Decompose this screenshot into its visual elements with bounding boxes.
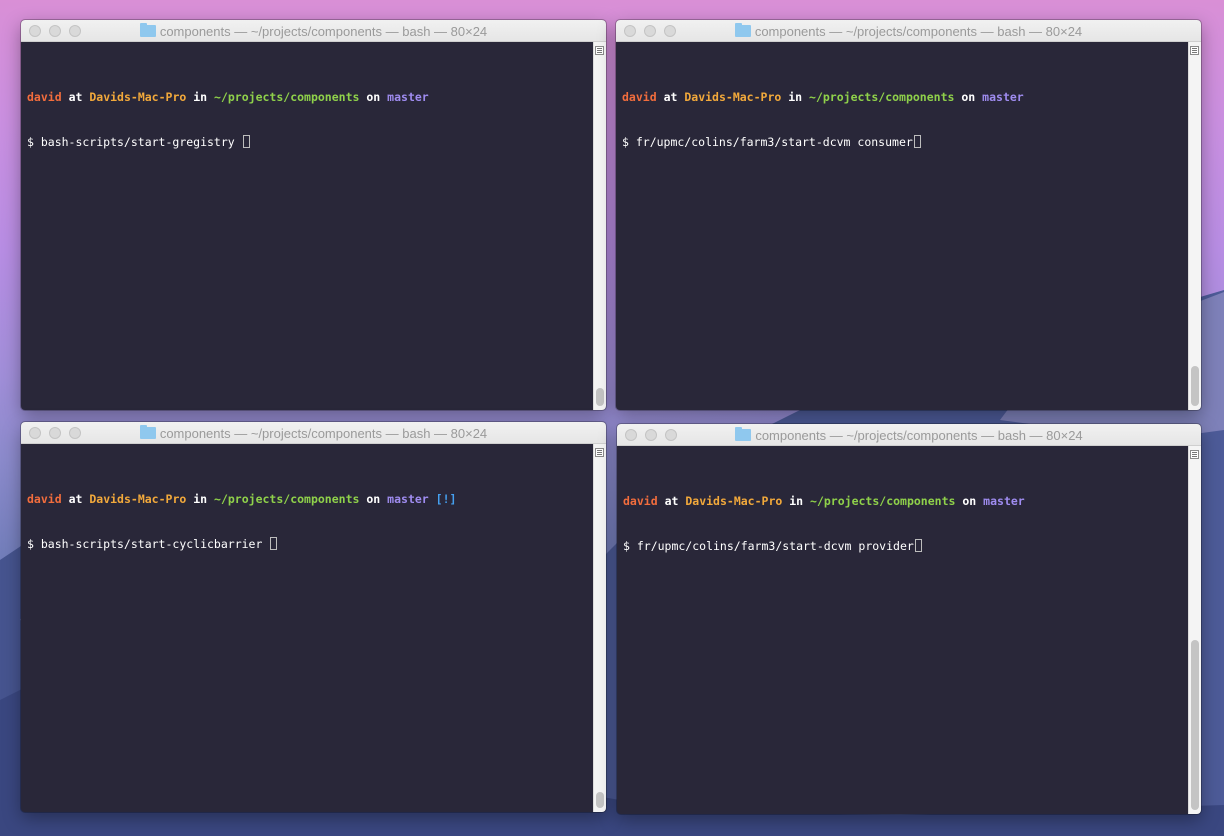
terminal-window-top-right[interactable]: components — ~/projects/components — bas… [616, 20, 1201, 410]
window-title-text: components — ~/projects/components — bas… [159, 425, 488, 441]
prompt-line: david at Davids-Mac-Pro in ~/projects/co… [622, 90, 1185, 105]
scroll-thumb[interactable] [596, 792, 604, 808]
prompt-host: Davids-Mac-Pro [684, 90, 782, 104]
text-cursor [270, 537, 278, 550]
terminal-content[interactable]: david at Davids-Mac-Pro in ~/projects/co… [27, 60, 590, 180]
prompt-at: at [68, 90, 83, 104]
prompt-on: on [962, 494, 977, 508]
terminal-content[interactable]: david at Davids-Mac-Pro in ~/projects/co… [622, 60, 1185, 180]
prompt-at: at [663, 90, 678, 104]
title-bar[interactable]: components — ~/projects/components — bas… [21, 422, 606, 444]
scrollbar[interactable] [593, 42, 606, 410]
window-title-text: components — ~/projects/components — bas… [159, 23, 488, 39]
command-text: $ bash-scripts/start-gregistry [27, 135, 242, 149]
prompt-user: david [622, 90, 657, 104]
prompt-on: on [366, 90, 381, 104]
prompt-in: in [788, 90, 803, 104]
prompt-host: Davids-Mac-Pro [89, 90, 187, 104]
scroll-thumb[interactable] [1191, 640, 1199, 810]
prompt-branch: master [387, 492, 429, 506]
prompt-in: in [193, 492, 208, 506]
scrollback-menu-icon[interactable] [1190, 450, 1199, 459]
prompt-path: ~/projects/components [214, 90, 360, 104]
prompt-host: Davids-Mac-Pro [89, 492, 187, 506]
scrollback-menu-icon[interactable] [1190, 46, 1199, 55]
prompt-path: ~/projects/components [214, 492, 360, 506]
scroll-thumb[interactable] [596, 388, 604, 406]
prompt-user: david [27, 90, 62, 104]
text-cursor [913, 135, 921, 148]
prompt-on: on [366, 492, 381, 506]
scroll-thumb[interactable] [1191, 366, 1199, 406]
folder-icon [139, 425, 156, 439]
terminal-window-top-left[interactable]: components — ~/projects/components — bas… [21, 20, 606, 410]
prompt-in: in [193, 90, 208, 104]
prompt-path: ~/projects/components [810, 494, 956, 508]
scrollback-menu-icon[interactable] [595, 46, 604, 55]
folder-icon [735, 427, 752, 441]
prompt-line: david at Davids-Mac-Pro in ~/projects/co… [623, 494, 1185, 509]
prompt-on: on [961, 90, 976, 104]
prompt-dirty-flag: [!] [435, 492, 457, 506]
prompt-in: in [789, 494, 804, 508]
title-bar[interactable]: components — ~/projects/components — bas… [616, 20, 1201, 42]
prompt-line: david at Davids-Mac-Pro in ~/projects/co… [27, 492, 590, 507]
command-text: $ bash-scripts/start-cyclicbarrier [27, 537, 270, 551]
prompt-at: at [664, 494, 679, 508]
text-cursor [242, 135, 250, 148]
title-bar[interactable]: components — ~/projects/components — bas… [21, 20, 606, 42]
terminal-content[interactable]: david at Davids-Mac-Pro in ~/projects/co… [623, 464, 1185, 584]
prompt-branch: master [983, 494, 1025, 508]
window-title: components — ~/projects/components — bas… [617, 424, 1201, 446]
prompt-host: Davids-Mac-Pro [685, 494, 783, 508]
command-text: $ fr/upmc/colins/farm3/start-dcvm consum… [622, 135, 913, 149]
command-line[interactable]: $ bash-scripts/start-gregistry [27, 135, 590, 150]
terminal-content[interactable]: david at Davids-Mac-Pro in ~/projects/co… [27, 462, 590, 582]
prompt-line: david at Davids-Mac-Pro in ~/projects/co… [27, 90, 590, 105]
prompt-branch: master [387, 90, 429, 104]
scrollbar[interactable] [593, 444, 606, 812]
command-text: $ fr/upmc/colins/farm3/start-dcvm provid… [623, 539, 914, 553]
prompt-user: david [623, 494, 658, 508]
title-bar[interactable]: components — ~/projects/components — bas… [617, 424, 1201, 446]
prompt-at: at [68, 492, 83, 506]
window-title-text: components — ~/projects/components — bas… [755, 427, 1083, 443]
window-title: components — ~/projects/components — bas… [21, 20, 606, 42]
prompt-path: ~/projects/components [809, 90, 955, 104]
command-line[interactable]: $ fr/upmc/colins/farm3/start-dcvm consum… [622, 135, 1185, 150]
scrollbar[interactable] [1188, 446, 1201, 814]
window-title-text: components — ~/projects/components — bas… [754, 23, 1083, 39]
prompt-branch: master [982, 90, 1024, 104]
terminal-window-bottom-right[interactable]: components — ~/projects/components — bas… [617, 424, 1201, 814]
command-line[interactable]: $ bash-scripts/start-cyclicbarrier [27, 537, 590, 552]
window-title: components — ~/projects/components — bas… [21, 422, 606, 444]
folder-icon [139, 23, 156, 37]
scrollbar[interactable] [1188, 42, 1201, 410]
command-line[interactable]: $ fr/upmc/colins/farm3/start-dcvm provid… [623, 539, 1185, 554]
prompt-user: david [27, 492, 62, 506]
text-cursor [914, 539, 922, 552]
scrollback-menu-icon[interactable] [595, 448, 604, 457]
window-title: components — ~/projects/components — bas… [616, 20, 1201, 42]
folder-icon [734, 23, 751, 37]
terminal-window-bottom-left[interactable]: components — ~/projects/components — bas… [21, 422, 606, 812]
